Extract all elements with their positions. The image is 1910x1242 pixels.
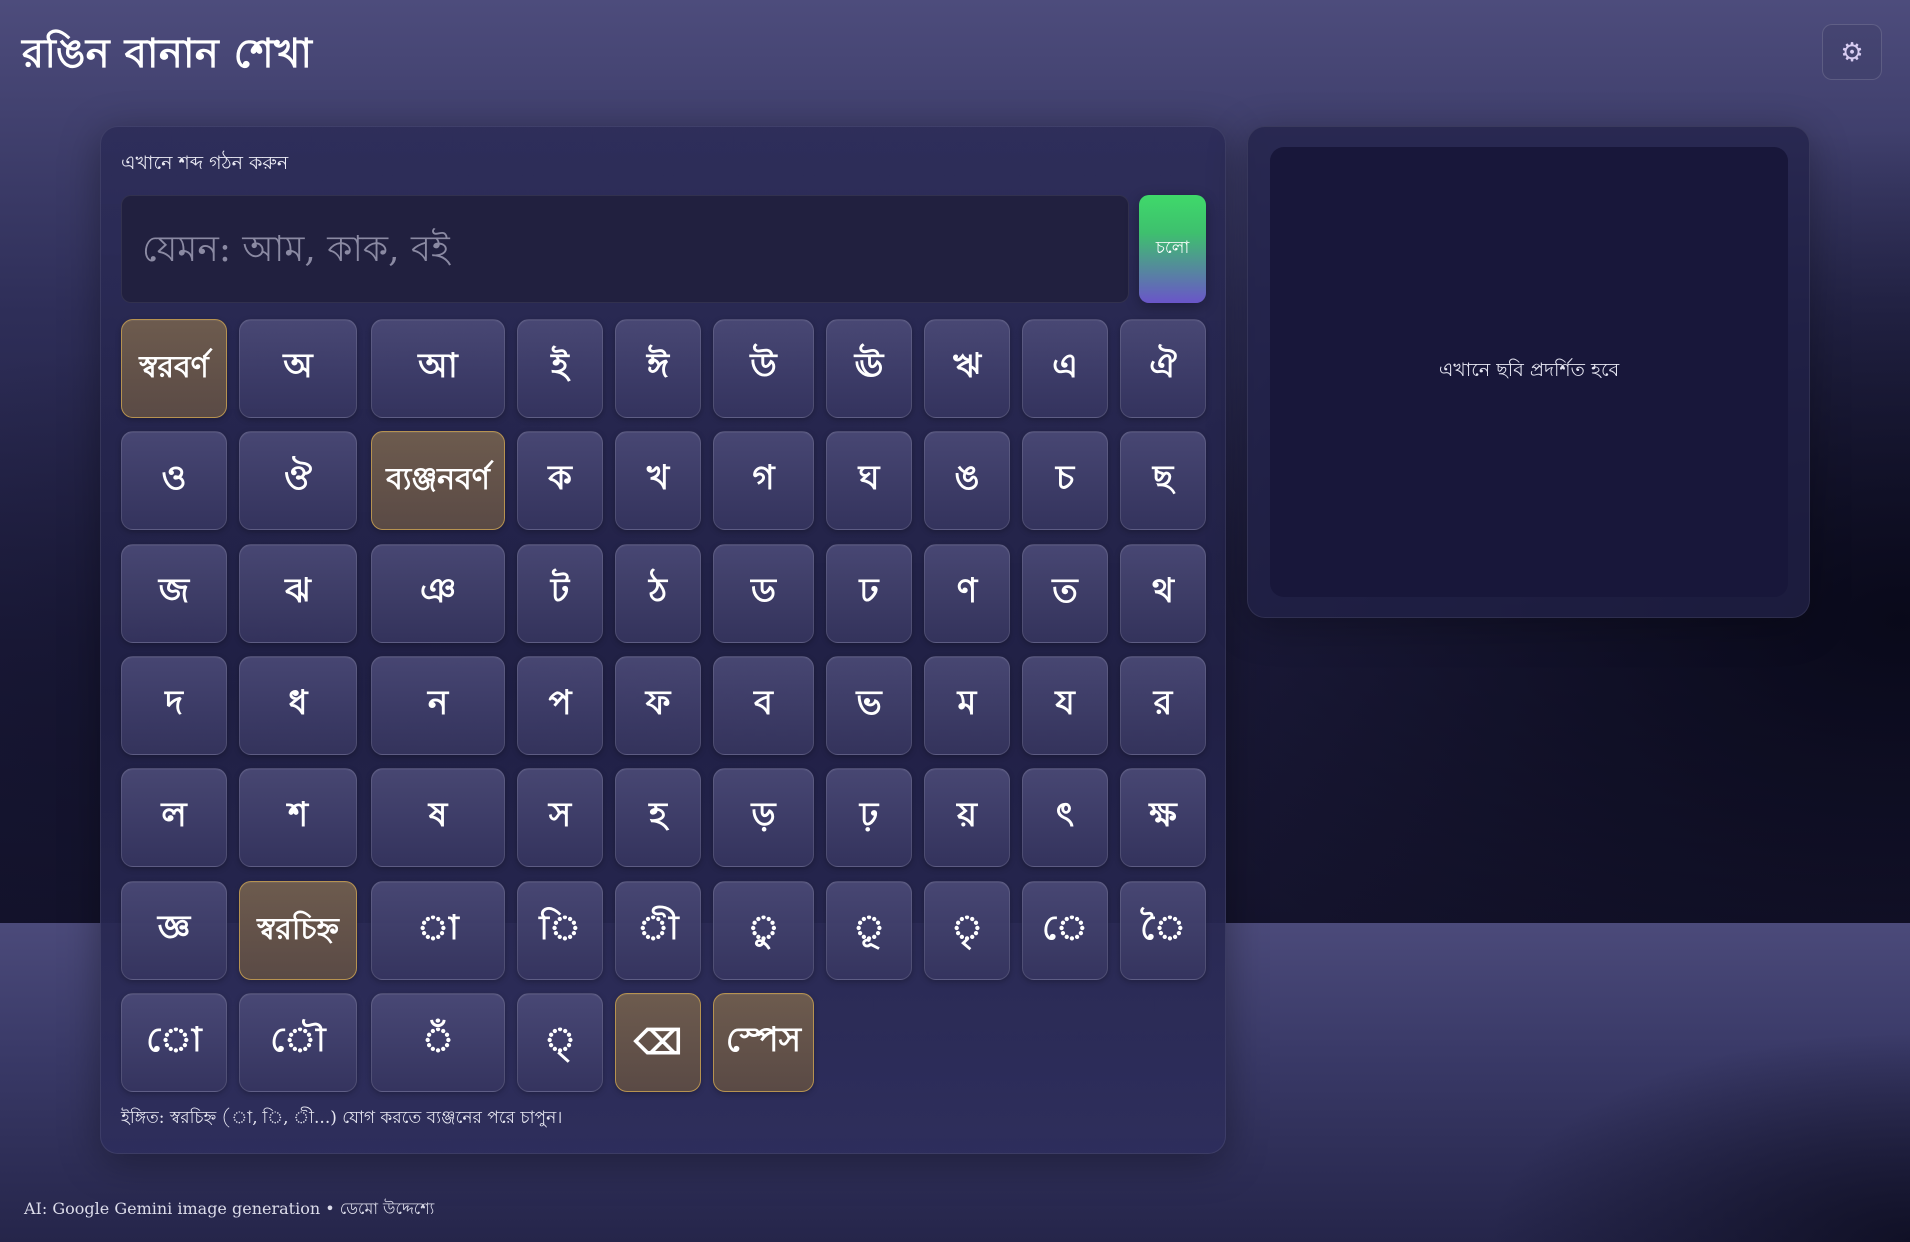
letter-key[interactable]: ঢ় [826, 768, 912, 867]
letter-key[interactable]: ু [713, 881, 814, 980]
letter-key[interactable]: ল [121, 768, 227, 867]
section-key[interactable]: স্বরবর্ণ [121, 319, 227, 418]
letter-key[interactable]: ঋ [924, 319, 1010, 418]
letter-key[interactable]: চ [1022, 431, 1108, 530]
word-input[interactable] [121, 195, 1129, 303]
letter-key[interactable]: শ [239, 768, 357, 867]
letter-key[interactable]: গ [713, 431, 814, 530]
section-key[interactable]: ব্যঞ্জনবর্ণ [371, 431, 505, 530]
letter-key[interactable]: ঁ [371, 993, 505, 1092]
letter-key[interactable]: উ [713, 319, 814, 418]
letter-key[interactable]: ি [517, 881, 603, 980]
letter-key[interactable]: ো [121, 993, 227, 1092]
letter-key[interactable]: য় [924, 768, 1010, 867]
letter-key[interactable]: জ [121, 544, 227, 643]
letter-key[interactable]: ক [517, 431, 603, 530]
letter-key[interactable]: ৎ [1022, 768, 1108, 867]
letter-key[interactable]: ন [371, 656, 505, 755]
footer-credit: AI: Google Gemini image generation • ডেম… [24, 1199, 435, 1218]
letter-key[interactable]: ড [713, 544, 814, 643]
letter-key[interactable]: দ [121, 656, 227, 755]
letter-key[interactable]: খ [615, 431, 701, 530]
letter-key[interactable]: ঔ [239, 431, 357, 530]
letter-key[interactable]: স [517, 768, 603, 867]
letter-key[interactable]: ধ [239, 656, 357, 755]
go-button[interactable]: চলো [1139, 195, 1206, 303]
letter-key[interactable]: ড় [713, 768, 814, 867]
letter-key[interactable]: ণ [924, 544, 1010, 643]
letter-key[interactable]: ট [517, 544, 603, 643]
letter-key[interactable]: ঊ [826, 319, 912, 418]
letter-key[interactable]: ঙ [924, 431, 1010, 530]
app-title: রঙিন বানান শেখা [22, 30, 313, 77]
letter-key[interactable]: ঈ [615, 319, 701, 418]
settings-button[interactable]: ⚙ [1822, 24, 1882, 80]
gear-icon: ⚙ [1840, 36, 1864, 67]
letter-key[interactable]: ঞ [371, 544, 505, 643]
letter-key[interactable]: ূ [826, 881, 912, 980]
letter-key[interactable]: ৌ [239, 993, 357, 1092]
letter-key[interactable]: আ [371, 319, 505, 418]
space-key[interactable]: স্পেস [713, 993, 814, 1092]
image-placeholder-text: এখানে ছবি প্রদর্শিত হবে [1438, 359, 1620, 381]
letter-key[interactable]: য [1022, 656, 1108, 755]
letter-key[interactable]: ী [615, 881, 701, 980]
word-builder-panel: এখানে শব্দ গঠন করুন চলো স্বরবর্ণঅআইঈউঊঋএ… [100, 126, 1226, 1154]
letter-key[interactable]: ছ [1120, 431, 1206, 530]
letter-key[interactable]: ব [713, 656, 814, 755]
letter-key[interactable]: অ [239, 319, 357, 418]
letter-key[interactable]: ই [517, 319, 603, 418]
letter-key[interactable]: ে [1022, 881, 1108, 980]
letter-key[interactable]: ৈ [1120, 881, 1206, 980]
letter-key[interactable]: া [371, 881, 505, 980]
image-preview-area: এখানে ছবি প্রদর্শিত হবে [1270, 147, 1788, 597]
letter-key[interactable]: ঘ [826, 431, 912, 530]
hint-text: ইঙ্গিত: স্বরচিহ্ন (া, ি, ী...) যোগ করতে … [121, 1108, 563, 1128]
word-builder-label: এখানে শব্দ গঠন করুন [121, 152, 289, 174]
letter-key[interactable]: ত [1022, 544, 1108, 643]
letter-key[interactable]: ফ [615, 656, 701, 755]
letter-key[interactable]: ষ [371, 768, 505, 867]
letter-key[interactable]: ঝ [239, 544, 357, 643]
letter-key[interactable]: প [517, 656, 603, 755]
backspace-key[interactable]: ⌫ [615, 993, 701, 1092]
letter-key[interactable]: ঐ [1120, 319, 1206, 418]
letter-key[interactable]: ক্ষ [1120, 768, 1206, 867]
letter-key[interactable]: হ [615, 768, 701, 867]
image-preview-panel: এখানে ছবি প্রদর্শিত হবে [1247, 126, 1810, 618]
letter-key[interactable]: ভ [826, 656, 912, 755]
letter-key[interactable]: ম [924, 656, 1010, 755]
letter-key[interactable]: ঠ [615, 544, 701, 643]
letter-key[interactable]: ঢ [826, 544, 912, 643]
letter-key[interactable]: থ [1120, 544, 1206, 643]
letter-key[interactable]: জ্ঞ [121, 881, 227, 980]
section-key[interactable]: স্বরচিহ্ন [239, 881, 357, 980]
letter-key[interactable]: ও [121, 431, 227, 530]
letter-key[interactable]: ্ [517, 993, 603, 1092]
letter-key[interactable]: র [1120, 656, 1206, 755]
letter-key[interactable]: ৃ [924, 881, 1010, 980]
letter-key[interactable]: এ [1022, 319, 1108, 418]
